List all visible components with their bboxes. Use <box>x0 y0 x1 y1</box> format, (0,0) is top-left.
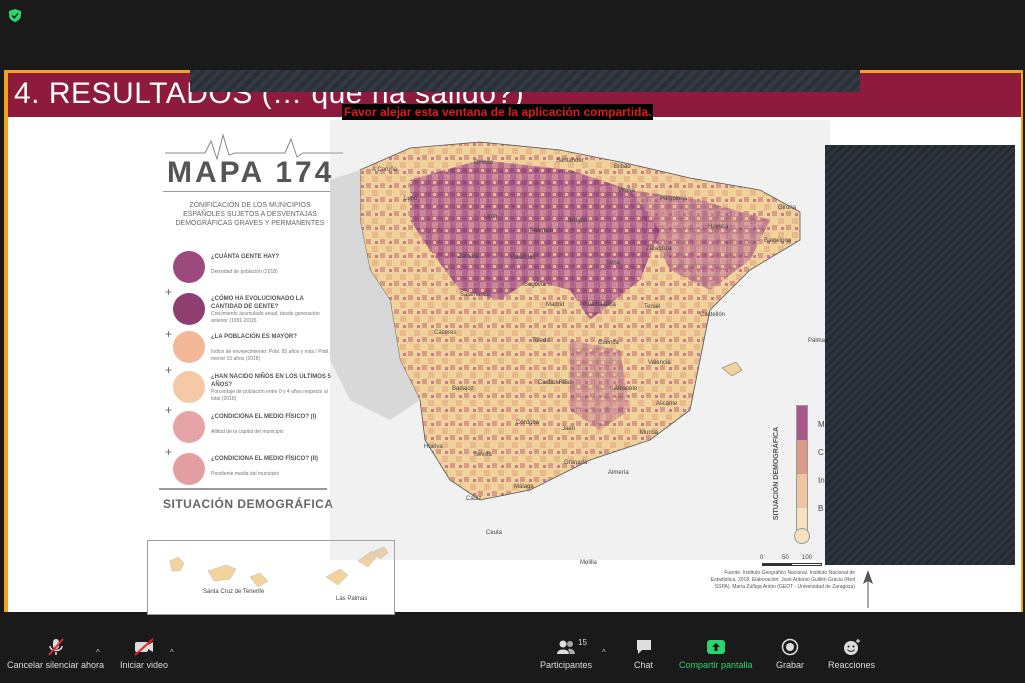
overlay-strip <box>190 70 860 92</box>
mute-options-chevron-icon[interactable]: ^ <box>96 648 100 657</box>
meeting-toolbar: Cancelar silenciar ahora ^ Iniciar video… <box>0 620 1025 683</box>
legend-bar <box>796 405 808 540</box>
chat-icon <box>636 640 651 654</box>
share-screen-icon <box>706 640 725 654</box>
video-off-icon <box>134 638 154 656</box>
share-screen-button[interactable]: Compartir pantalla <box>679 638 753 670</box>
participants-button[interactable]: 15 Participantes <box>540 638 592 670</box>
record-button[interactable]: Grabar <box>776 638 804 670</box>
scale-bar <box>762 563 822 566</box>
participants-options-chevron-icon[interactable]: ^ <box>602 648 606 657</box>
occluded-window <box>825 145 1015 565</box>
mapa-title: MAPA 174 <box>167 156 335 189</box>
shield-icon[interactable] <box>9 9 21 22</box>
reactions-button[interactable]: Reacciones <box>828 638 875 670</box>
map-source: Fuente: Instituto Geográfico Nacional. I… <box>710 570 855 590</box>
participants-count: 15 <box>578 638 587 647</box>
participants-icon <box>557 640 576 654</box>
reactions-icon <box>843 639 860 655</box>
microphone-muted-icon <box>47 638 64 656</box>
mute-button[interactable]: Cancelar silenciar ahora <box>7 638 104 670</box>
record-icon <box>781 638 799 656</box>
video-options-chevron-icon[interactable]: ^ <box>170 648 174 657</box>
start-video-button[interactable]: Iniciar video <box>120 638 168 670</box>
north-arrow-icon <box>863 570 873 608</box>
mapa-subtitle: ZONIFICACIÓN DE LOS MUNICIPIOS ESPAÑOLES… <box>175 202 325 227</box>
situacion-label: SITUACIÓN DEMOGRÁFICA <box>163 497 334 511</box>
legend-panel: MAPA 174 ZONIFICACIÓN DE LOS MUNICIPIOS … <box>155 73 343 523</box>
thermometer-bulb <box>794 528 810 544</box>
spain-map <box>330 120 830 560</box>
share-warning: Favor alejar esta ventana de la aplicaci… <box>342 104 654 120</box>
chat-button[interactable]: Chat <box>634 638 653 670</box>
legend-title: SITUACIÓN DEMOGRÁFICA <box>773 426 781 521</box>
top-bar <box>0 0 1025 32</box>
